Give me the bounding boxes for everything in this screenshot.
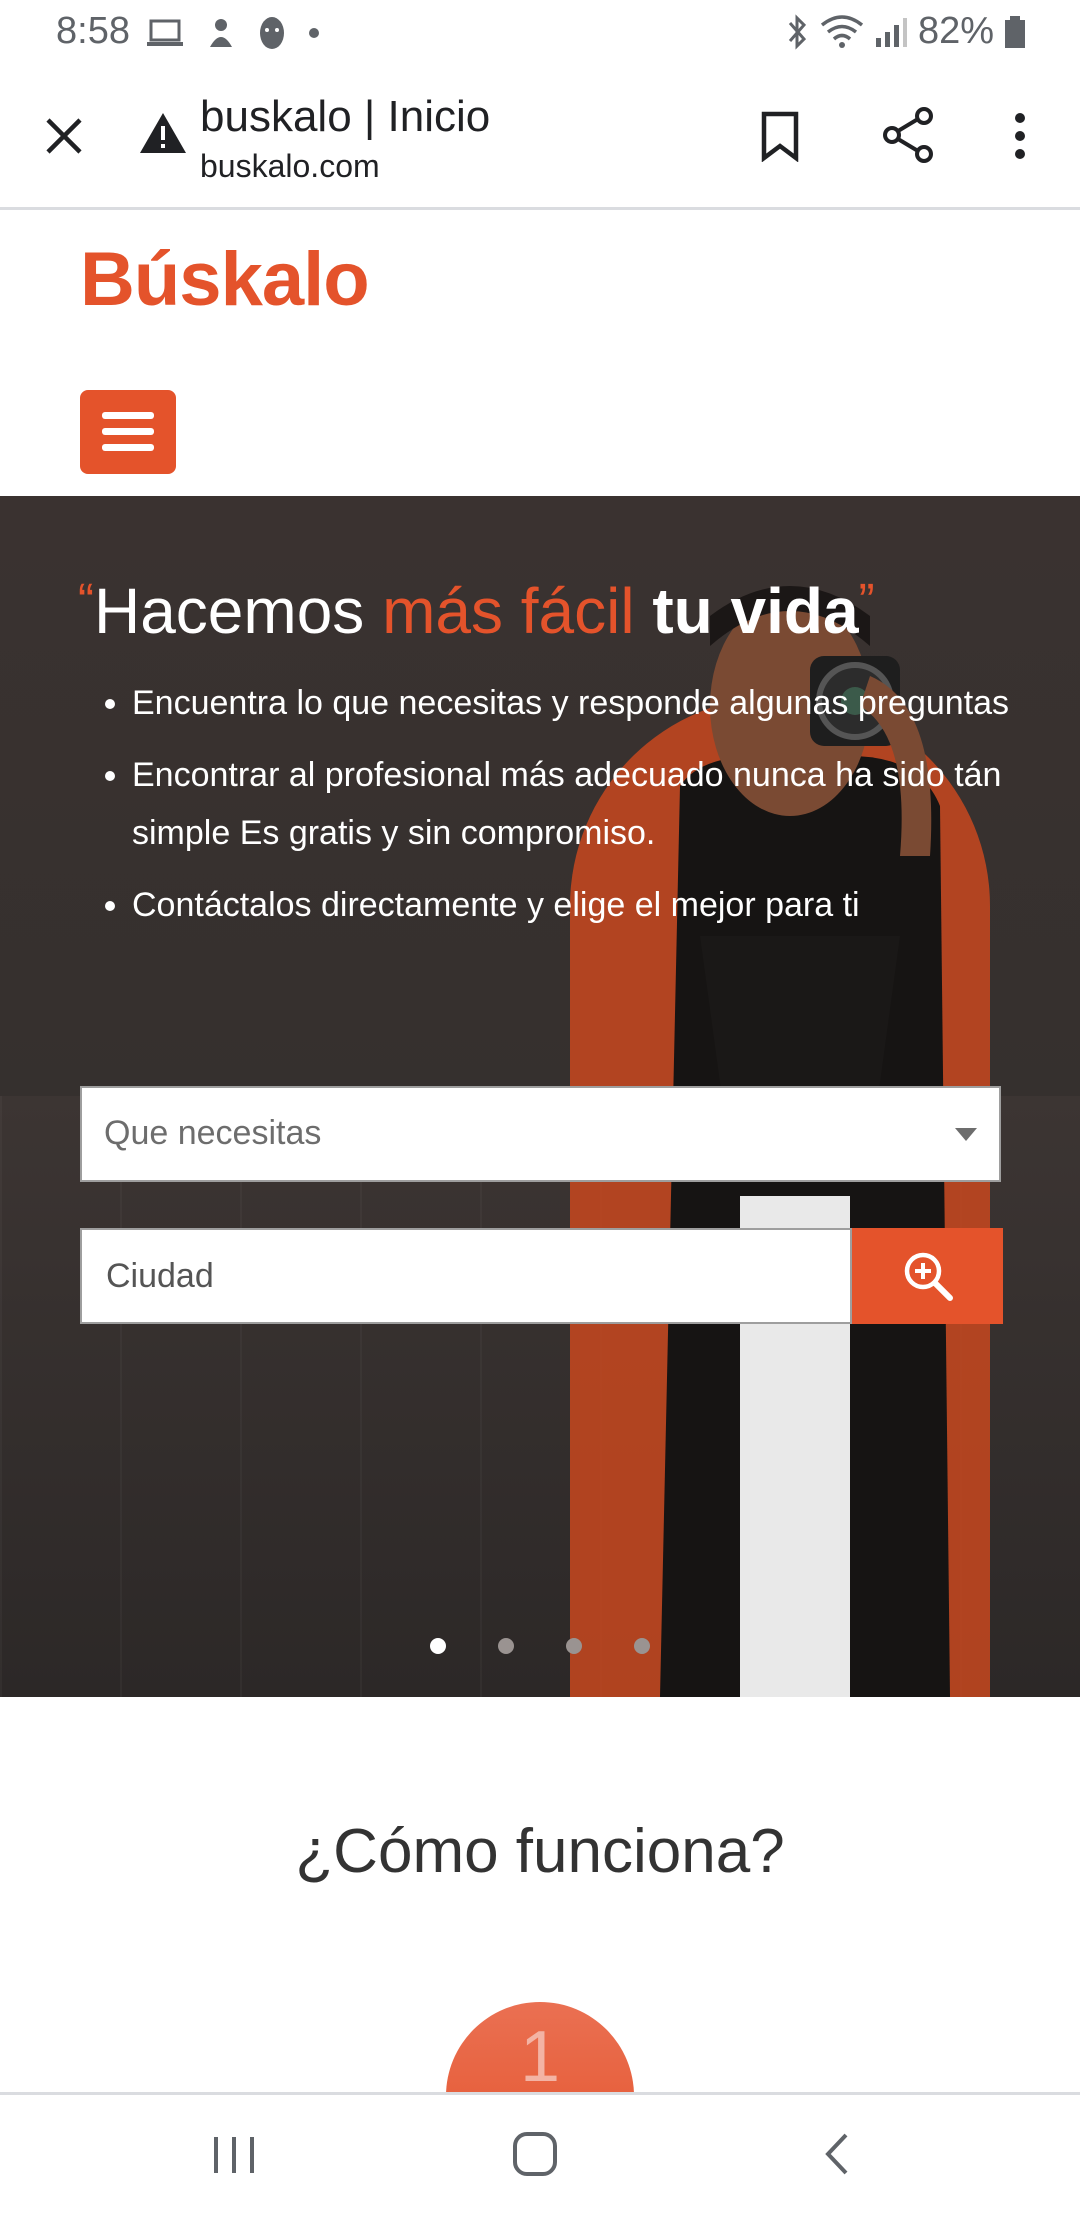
heading-part3: tu vida <box>634 575 859 647</box>
open-quote: “ <box>78 575 94 628</box>
system-nav-bar <box>0 2092 1080 2220</box>
site-logo[interactable]: Búskalo <box>80 236 370 323</box>
bluetooth-icon <box>788 13 806 50</box>
signal-icon <box>875 17 907 47</box>
more-vert-icon[interactable] <box>1008 112 1032 160</box>
carousel-dot[interactable] <box>498 1638 514 1654</box>
laptop-icon <box>147 19 183 46</box>
menu-button[interactable] <box>80 390 176 474</box>
city-input[interactable] <box>80 1228 852 1324</box>
hero-bullet: Encontrar al profesional más adecuado nu… <box>132 746 1052 862</box>
close-quote: ” <box>858 575 875 628</box>
heading-accent: más fácil <box>382 575 635 647</box>
menu-icon <box>102 412 154 451</box>
app-notification-icon <box>210 19 232 47</box>
custom-tab-bar: buskalo | Inicio buskalo.com <box>0 66 1080 210</box>
search-plus-icon <box>904 1252 953 1301</box>
share-icon[interactable] <box>880 106 936 164</box>
tab-url[interactable]: buskalo.com <box>200 148 380 185</box>
wifi-icon <box>820 14 864 48</box>
battery-percent: 82% <box>917 10 994 52</box>
hero-heading: “Hacemos más fácil tu vida” <box>78 574 1038 648</box>
hero-bullet: Contáctalos directamente y elige el mejo… <box>132 876 1052 934</box>
carousel-dot[interactable] <box>634 1638 650 1654</box>
tab-title: buskalo | Inicio <box>200 92 491 141</box>
hero-bullet-list: Encuentra lo que necesitas y responde al… <box>96 674 1052 948</box>
status-time: 8:58 <box>56 10 130 52</box>
back-icon[interactable] <box>822 2131 852 2177</box>
need-select-value: Que necesitas <box>104 1114 322 1152</box>
hero-banner: “Hacemos más fácil tu vida” Encuentra lo… <box>0 496 1080 1697</box>
notification-icons <box>146 16 320 50</box>
home-icon[interactable] <box>512 2131 558 2177</box>
heading-part1: Hacemos <box>93 575 383 647</box>
need-select-dropdown[interactable]: Que necesitas <box>80 1086 1001 1182</box>
warning-icon[interactable] <box>138 110 188 156</box>
face-notification-icon <box>260 17 284 49</box>
status-right: 82% <box>784 10 1026 53</box>
dot-icon <box>309 28 319 38</box>
close-icon[interactable] <box>42 114 86 158</box>
carousel-dot-active[interactable] <box>430 1638 446 1654</box>
battery-icon <box>1005 15 1025 48</box>
status-bar: 8:58 82% <box>0 0 1080 66</box>
search-button[interactable] <box>852 1228 1003 1324</box>
how-it-works-title: ¿Cómo funciona? <box>295 1817 785 1886</box>
chevron-down-icon <box>955 1128 977 1141</box>
carousel-dots <box>430 1638 650 1654</box>
recents-icon[interactable] <box>212 2135 256 2175</box>
bookmark-icon[interactable] <box>758 110 802 162</box>
carousel-dot[interactable] <box>566 1638 582 1654</box>
hero-bullet: Encuentra lo que necesitas y responde al… <box>132 674 1052 732</box>
